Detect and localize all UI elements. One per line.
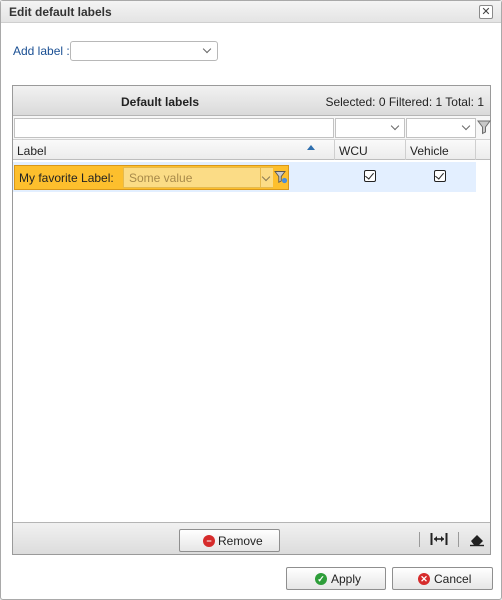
grid-title: Default labels bbox=[121, 95, 200, 109]
grid-header: Default labels Selected: 0 Filtered: 1 T… bbox=[13, 86, 490, 116]
footer-separator bbox=[419, 532, 420, 547]
x-circle-icon: ✕ bbox=[418, 573, 430, 585]
label-filter-input[interactable] bbox=[14, 118, 334, 138]
eraser-icon[interactable] bbox=[468, 531, 486, 547]
footer-separator bbox=[458, 532, 459, 547]
column-header-vehicle[interactable]: Vehicle bbox=[406, 140, 476, 160]
grid-counts: Selected: 0 Filtered: 1 Total: 1 bbox=[325, 95, 484, 109]
apply-button[interactable]: ✓ Apply bbox=[286, 567, 386, 590]
sort-ascending-icon bbox=[307, 145, 315, 150]
add-label-caption: Add label : bbox=[13, 44, 70, 58]
wcu-filter-select[interactable] bbox=[335, 118, 405, 138]
label-value-input[interactable]: Some value bbox=[123, 167, 261, 188]
label-name: My favorite Label: bbox=[19, 171, 114, 185]
cancel-button[interactable]: ✕ Cancel bbox=[392, 567, 493, 590]
dialog-title: Edit default labels bbox=[9, 5, 112, 19]
filter-funnel-icon[interactable] bbox=[477, 119, 491, 135]
add-label-select[interactable] bbox=[70, 41, 218, 61]
grid-footer: − Remove bbox=[13, 522, 490, 554]
value-filter-icon[interactable] bbox=[274, 170, 288, 184]
chevron-down-icon bbox=[202, 44, 212, 54]
label-value-dropdown[interactable] bbox=[261, 167, 273, 188]
label-value-placeholder: Some value bbox=[129, 171, 193, 185]
column-header-row: Label WCU Vehicle bbox=[13, 140, 490, 160]
fit-columns-icon[interactable] bbox=[430, 531, 448, 547]
table-row[interactable]: My favorite Label: Some value bbox=[13, 162, 476, 192]
close-button[interactable]: ✕ bbox=[479, 5, 493, 19]
edit-default-labels-dialog: Edit default labels ✕ Add label : Defaul… bbox=[0, 0, 502, 600]
column-header-label[interactable]: Label bbox=[13, 140, 335, 160]
filter-row bbox=[13, 116, 491, 140]
dialog-titlebar: Edit default labels ✕ bbox=[1, 1, 501, 23]
minus-circle-icon: − bbox=[203, 535, 215, 547]
label-cell-editor: My favorite Label: Some value bbox=[14, 165, 289, 190]
chevron-down-icon bbox=[390, 121, 400, 131]
column-header-wcu[interactable]: WCU bbox=[335, 140, 406, 160]
remove-button[interactable]: − Remove bbox=[179, 529, 280, 552]
close-icon: ✕ bbox=[481, 6, 491, 18]
chevron-down-icon bbox=[261, 172, 271, 182]
check-circle-icon: ✓ bbox=[315, 573, 327, 585]
vehicle-checkbox[interactable] bbox=[434, 170, 446, 182]
default-labels-grid: Default labels Selected: 0 Filtered: 1 T… bbox=[12, 85, 491, 555]
wcu-checkbox[interactable] bbox=[364, 170, 376, 182]
vehicle-filter-select[interactable] bbox=[406, 118, 476, 138]
chevron-down-icon bbox=[461, 121, 471, 131]
